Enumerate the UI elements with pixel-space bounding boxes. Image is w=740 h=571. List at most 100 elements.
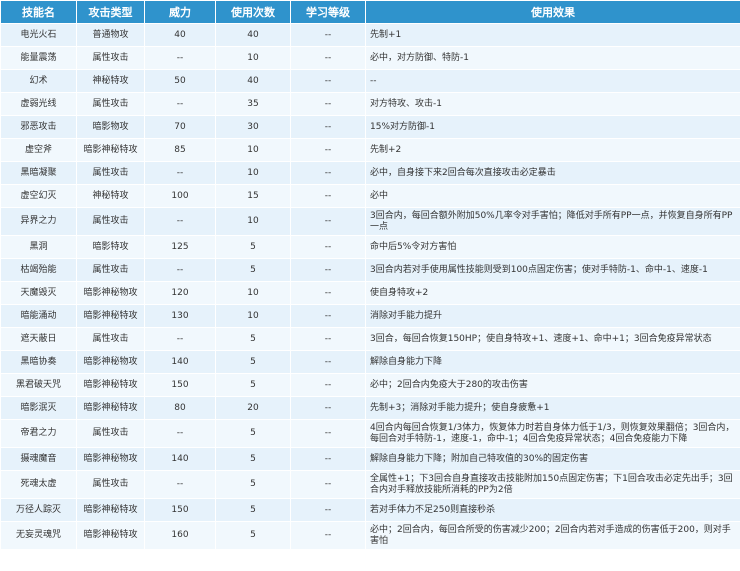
cell-skill-name: 异界之力 — [0, 207, 77, 236]
cell-skill-name: 黑暗凝聚 — [0, 161, 77, 185]
cell-learn-level: -- — [290, 138, 366, 162]
cell-pp: 15 — [215, 184, 291, 208]
cell-pp: 5 — [215, 258, 291, 282]
cell-attack-type: 属性攻击 — [76, 46, 145, 70]
cell-power: 50 — [144, 69, 216, 93]
cell-power: 70 — [144, 115, 216, 139]
cell-learn-level: -- — [290, 207, 366, 236]
cell-attack-type: 暗影神秘特攻 — [76, 304, 145, 328]
cell-effect: 3回合内若对手使用属性技能则受到100点固定伤害；使对手特防-1、命中-1、速度… — [365, 258, 740, 282]
cell-skill-name: 黑君破天咒 — [0, 373, 77, 397]
table-row: 天魔毁灭 暗影神秘物攻 120 10 -- 使自身特攻+2 — [0, 281, 740, 305]
cell-attack-type: 暗影神秘特攻 — [76, 396, 145, 420]
table-row: 枯竭殆能 属性攻击 -- 5 -- 3回合内若对手使用属性技能则受到100点固定伤害；使对… — [0, 258, 740, 282]
cell-pp: 40 — [215, 69, 291, 93]
cell-learn-level: -- — [290, 304, 366, 328]
cell-attack-type: 暗影神秘特攻 — [76, 138, 145, 162]
cell-learn-level: -- — [290, 46, 366, 70]
cell-attack-type: 暗影神秘物攻 — [76, 281, 145, 305]
cell-attack-type: 属性攻击 — [76, 327, 145, 351]
cell-pp: 5 — [215, 470, 291, 499]
table-row: 无妄灵魂咒 暗影神秘特攻 160 5 -- 必中；2回合内，每回合所受的伤害减少200；2… — [0, 521, 740, 550]
table-row: 电光火石 普通物攻 40 40 -- 先制+1 — [0, 23, 740, 47]
cell-effect: 必中 — [365, 184, 740, 208]
cell-skill-name: 枯竭殆能 — [0, 258, 77, 282]
cell-skill-name: 黑洞 — [0, 235, 77, 259]
cell-attack-type: 暗影神秘特攻 — [76, 373, 145, 397]
cell-skill-name: 电光火石 — [0, 23, 77, 47]
cell-power: -- — [144, 92, 216, 116]
cell-pp: 10 — [215, 161, 291, 185]
cell-effect: 使自身特攻+2 — [365, 281, 740, 305]
cell-attack-type: 暗影神秘物攻 — [76, 350, 145, 374]
cell-pp: 5 — [215, 350, 291, 374]
table-row: 虚弱光线 属性攻击 -- 35 -- 对方特攻、攻击-1 — [0, 92, 740, 116]
cell-effect: 对方特攻、攻击-1 — [365, 92, 740, 116]
cell-learn-level: -- — [290, 161, 366, 185]
table-row: 虚空幻灭 神秘特攻 100 15 -- 必中 — [0, 184, 740, 208]
cell-learn-level: -- — [290, 69, 366, 93]
cell-skill-name: 暗影泯灭 — [0, 396, 77, 420]
cell-learn-level: -- — [290, 281, 366, 305]
cell-effect: -- — [365, 69, 740, 93]
table-body: 电光火石 普通物攻 40 40 -- 先制+1 能量震荡 属性攻击 -- 10 -- 必中，对方防御、… — [0, 23, 740, 550]
table-row: 黑暗凝聚 属性攻击 -- 10 -- 必中，自身接下来2回合每次直接攻击必定暴击 — [0, 161, 740, 185]
cell-power: 100 — [144, 184, 216, 208]
cell-pp: 10 — [215, 138, 291, 162]
cell-attack-type: 暗影特攻 — [76, 235, 145, 259]
cell-effect: 4回合内每回合恢复1/3体力，恢复体力时若自身体力低于1/3，则恢复效果翻倍；3… — [365, 419, 740, 448]
cell-skill-name: 黑暗协奏 — [0, 350, 77, 374]
cell-effect: 15%对方防御-1 — [365, 115, 740, 139]
cell-attack-type: 属性攻击 — [76, 419, 145, 448]
table-row: 黑暗协奏 暗影神秘物攻 140 5 -- 解除自身能力下降 — [0, 350, 740, 374]
cell-power: -- — [144, 161, 216, 185]
cell-effect: 命中后5%令对方害怕 — [365, 235, 740, 259]
table-row: 暗能涌动 暗影神秘特攻 130 10 -- 消除对手能力提升 — [0, 304, 740, 328]
header-power: 威力 — [144, 0, 216, 24]
cell-pp: 5 — [215, 521, 291, 550]
table-row: 遮天蔽日 属性攻击 -- 5 -- 3回合，每回合恢复150HP；使自身特攻+1、速度+1… — [0, 327, 740, 351]
cell-power: 150 — [144, 498, 216, 522]
cell-skill-name: 无妄灵魂咒 — [0, 521, 77, 550]
cell-attack-type: 属性攻击 — [76, 258, 145, 282]
cell-skill-name: 虚弱光线 — [0, 92, 77, 116]
cell-pp: 5 — [215, 235, 291, 259]
table-header-row: 技能名 攻击类型 威力 使用次数 学习等级 使用效果 — [0, 0, 740, 24]
cell-learn-level: -- — [290, 521, 366, 550]
cell-skill-name: 邪恶攻击 — [0, 115, 77, 139]
cell-pp: 10 — [215, 207, 291, 236]
cell-attack-type: 暗影神秘特攻 — [76, 498, 145, 522]
cell-effect: 必中，自身接下来2回合每次直接攻击必定暴击 — [365, 161, 740, 185]
table-row: 幻术 神秘特攻 50 40 -- -- — [0, 69, 740, 93]
table-row: 暗影泯灭 暗影神秘特攻 80 20 -- 先制+3；消除对手能力提升；使自身疲惫+1 — [0, 396, 740, 420]
cell-pp: 5 — [215, 419, 291, 448]
cell-learn-level: -- — [290, 373, 366, 397]
cell-attack-type: 暗影神秘物攻 — [76, 447, 145, 471]
cell-attack-type: 属性攻击 — [76, 92, 145, 116]
cell-power: -- — [144, 258, 216, 282]
table-row: 万径人踪灭 暗影神秘特攻 150 5 -- 若对手体力不足250则直接秒杀 — [0, 498, 740, 522]
cell-learn-level: -- — [290, 350, 366, 374]
header-attack-type: 攻击类型 — [76, 0, 145, 24]
table-row: 邪恶攻击 暗影物攻 70 30 -- 15%对方防御-1 — [0, 115, 740, 139]
cell-effect: 解除自身能力下降 — [365, 350, 740, 374]
cell-skill-name: 死魂太虚 — [0, 470, 77, 499]
cell-pp: 20 — [215, 396, 291, 420]
header-pp: 使用次数 — [215, 0, 291, 24]
cell-power: 125 — [144, 235, 216, 259]
cell-skill-name: 摄魂魔音 — [0, 447, 77, 471]
cell-learn-level: -- — [290, 23, 366, 47]
cell-pp: 5 — [215, 327, 291, 351]
cell-learn-level: -- — [290, 184, 366, 208]
cell-attack-type: 神秘特攻 — [76, 69, 145, 93]
cell-skill-name: 虚空幻灭 — [0, 184, 77, 208]
table-row: 虚空斧 暗影神秘特攻 85 10 -- 先制+2 — [0, 138, 740, 162]
table-row: 能量震荡 属性攻击 -- 10 -- 必中，对方防御、特防-1 — [0, 46, 740, 70]
cell-power: -- — [144, 207, 216, 236]
cell-power: 40 — [144, 23, 216, 47]
cell-effect: 3回合，每回合恢复150HP；使自身特攻+1、速度+1、命中+1；3回合免疫异常… — [365, 327, 740, 351]
cell-effect: 先制+1 — [365, 23, 740, 47]
cell-pp: 35 — [215, 92, 291, 116]
cell-skill-name: 幻术 — [0, 69, 77, 93]
cell-attack-type: 暗影物攻 — [76, 115, 145, 139]
